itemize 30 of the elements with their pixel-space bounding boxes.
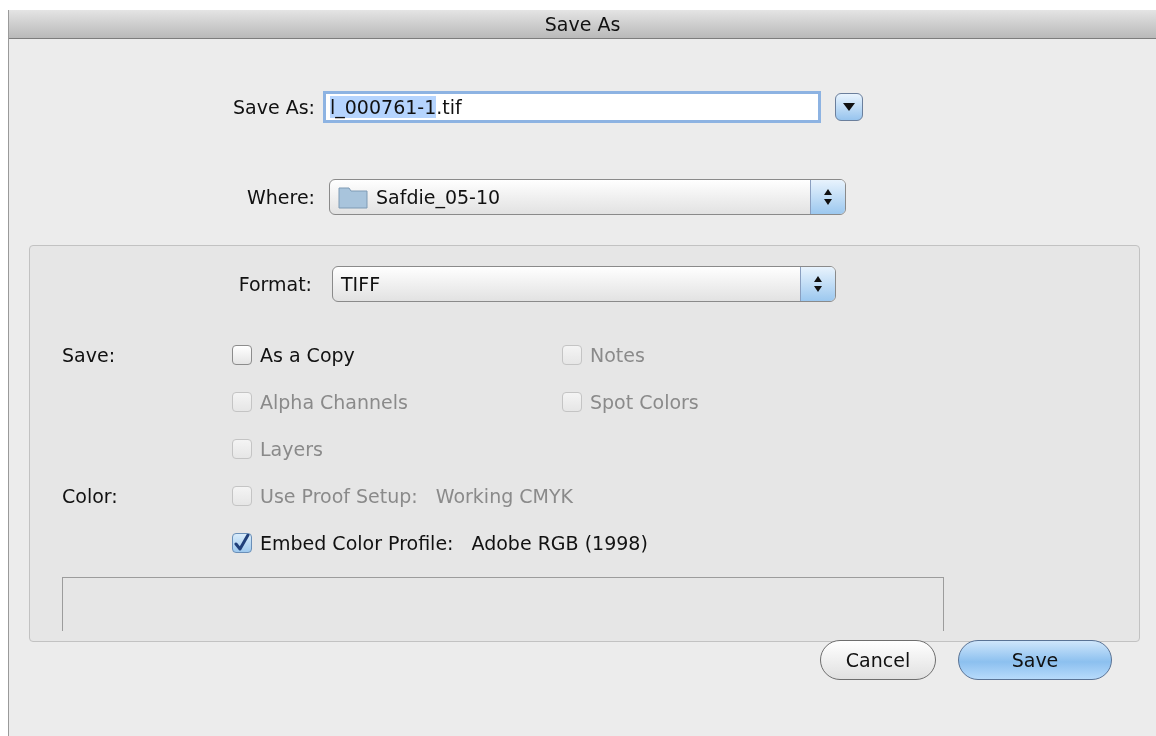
popup-value: Safdie_05-10 xyxy=(376,186,501,208)
filename-field[interactable]: l_000761-1.tif xyxy=(323,91,821,123)
checkmark-icon xyxy=(234,534,250,552)
setting-value: Working CMYK xyxy=(435,485,573,507)
up-down-arrows-icon xyxy=(823,188,833,206)
checkbox[interactable] xyxy=(232,345,252,365)
field-label: Save As: xyxy=(232,96,315,118)
field-label: Format: xyxy=(237,273,312,295)
popup-value: TIFF xyxy=(341,273,381,295)
checkbox-label: Embed Color Profile: xyxy=(260,532,454,554)
expand-button[interactable] xyxy=(835,93,863,121)
checkbox-label: Use Proof Setup: xyxy=(260,485,418,507)
window-title: Save As xyxy=(544,13,621,35)
checkbox[interactable] xyxy=(232,533,252,553)
up-down-arrows-icon xyxy=(813,275,823,293)
checkbox-label: Spot Colors xyxy=(590,391,699,413)
checkbox-label: Notes xyxy=(590,344,645,366)
field-label: Where: xyxy=(246,186,315,208)
checkbox-label: Layers xyxy=(260,438,323,460)
folder-icon xyxy=(338,185,368,209)
group-label: Save: xyxy=(62,344,117,366)
group-label: Color: xyxy=(62,485,119,507)
save-button[interactable]: Save xyxy=(958,640,1112,680)
setting-value: Adobe RGB (1998) xyxy=(471,532,648,554)
checkbox-label: Alpha Channels xyxy=(260,391,408,413)
cancel-button[interactable]: Cancel xyxy=(820,640,936,680)
popup-menu[interactable]: Safdie_05-10 xyxy=(329,179,846,215)
checkbox-label: As a Copy xyxy=(260,344,355,366)
popup-menu[interactable]: TIFF xyxy=(332,266,836,302)
down-triangle-icon xyxy=(843,102,855,112)
